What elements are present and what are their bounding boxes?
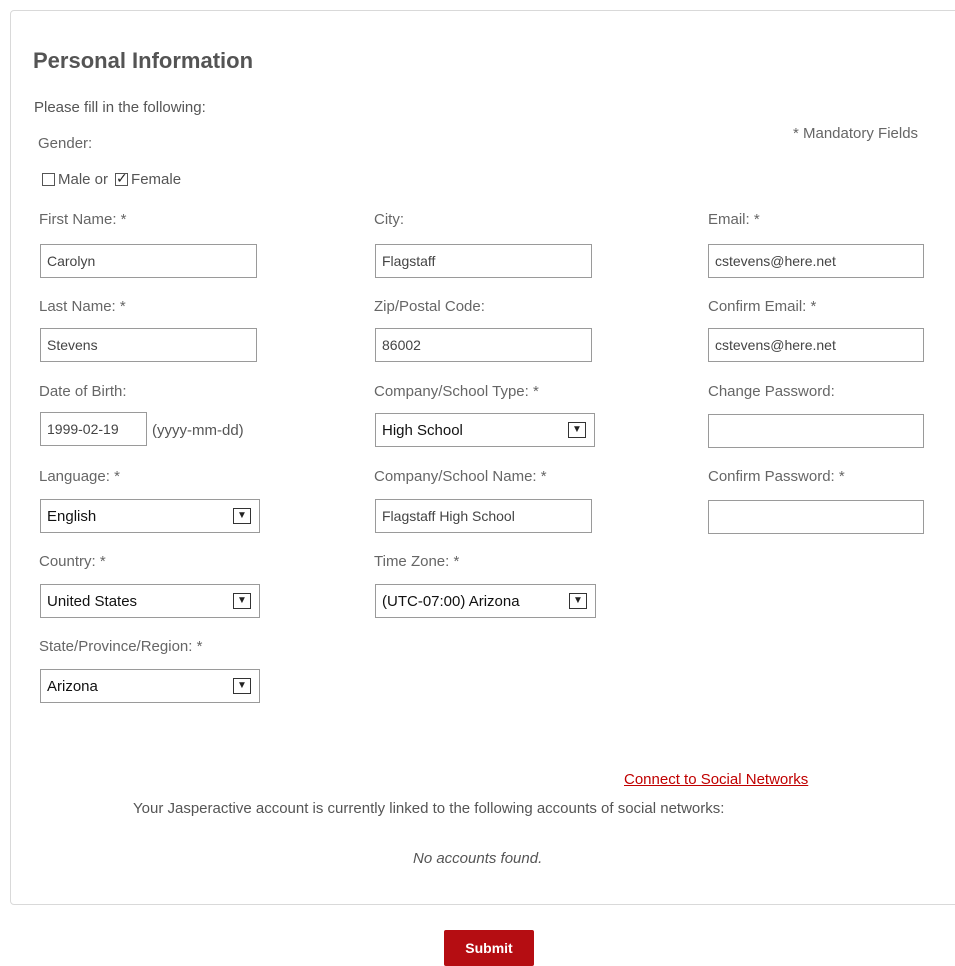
chevron-down-icon: ▼: [233, 678, 251, 694]
language-select[interactable]: English ▼: [40, 499, 260, 533]
country-select[interactable]: United States ▼: [40, 584, 260, 618]
chevron-down-icon: ▼: [568, 422, 586, 438]
time-zone-value: (UTC-07:00) Arizona: [382, 592, 520, 610]
first-name-field[interactable]: Carolyn: [40, 244, 257, 278]
dob-field[interactable]: 1999-02-19: [40, 412, 147, 446]
country-value: United States: [47, 592, 138, 610]
chevron-down-icon: ▼: [233, 593, 251, 609]
confirm-email-label: Confirm Email: *: [708, 298, 817, 315]
chevron-down-icon: ▼: [233, 508, 251, 524]
city-label: City:: [374, 211, 404, 228]
check-icon: ✓: [116, 170, 128, 186]
state-value: Arizona: [47, 677, 98, 695]
zip-label: Zip/Postal Code:: [374, 298, 485, 315]
school-name-label: Company/School Name: *: [374, 468, 547, 485]
zip-field[interactable]: 86002: [375, 328, 592, 362]
social-accounts-description: Your Jasperactive account is currently l…: [133, 800, 725, 817]
email-label: Email: *: [708, 211, 760, 228]
female-checkbox[interactable]: ✓: [115, 170, 129, 186]
language-label: Language: *: [39, 468, 120, 485]
school-type-select[interactable]: High School ▼: [375, 413, 595, 447]
email-field[interactable]: cstevens@here.net: [708, 244, 924, 278]
female-label: Female: [131, 171, 182, 188]
dob-format-hint: (yyyy-mm-dd): [152, 422, 244, 439]
country-label: Country: *: [39, 553, 106, 570]
form-subtitle: Please fill in the following:: [34, 99, 206, 116]
time-zone-select[interactable]: (UTC-07:00) Arizona ▼: [375, 584, 596, 618]
no-accounts-message: No accounts found.: [413, 850, 543, 867]
city-field[interactable]: Flagstaff: [375, 244, 592, 278]
school-name-field[interactable]: Flagstaff High School: [375, 499, 592, 533]
gender-label: Gender:: [38, 135, 93, 152]
page-title: Personal Information: [33, 48, 254, 73]
last-name-field[interactable]: Stevens: [40, 328, 257, 362]
gender-options: Male or ✓ Female: [42, 170, 182, 188]
personal-info-panel: [10, 10, 955, 905]
confirm-email-field[interactable]: cstevens@here.net: [708, 328, 924, 362]
change-password-label: Change Password:: [708, 383, 835, 400]
submit-button[interactable]: Submit: [444, 930, 534, 966]
mandatory-fields-note: * Mandatory Fields: [793, 125, 919, 142]
school-type-value: High School: [382, 421, 463, 439]
school-type-label: Company/School Type: *: [374, 383, 539, 400]
language-value: English: [47, 507, 97, 525]
state-select[interactable]: Arizona ▼: [40, 669, 260, 703]
confirm-password-label: Confirm Password: *: [708, 468, 845, 485]
male-checkbox[interactable]: [42, 173, 55, 186]
state-label: State/Province/Region: *: [39, 638, 203, 655]
confirm-password-field[interactable]: [708, 500, 924, 534]
male-label: Male or: [58, 171, 109, 188]
time-zone-label: Time Zone: *: [374, 553, 460, 570]
first-name-label: First Name: *: [39, 211, 127, 228]
change-password-field[interactable]: [708, 414, 924, 448]
chevron-down-icon: ▼: [569, 593, 587, 609]
connect-social-networks-link[interactable]: Connect to Social Networks: [624, 771, 808, 788]
last-name-label: Last Name: *: [39, 298, 126, 315]
dob-label: Date of Birth:: [39, 383, 127, 400]
